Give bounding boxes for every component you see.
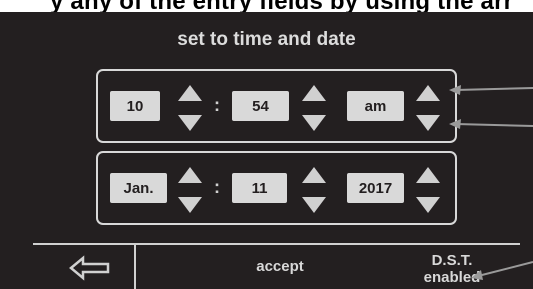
meridiem-down-arrow-icon[interactable] bbox=[416, 115, 440, 131]
minute-field[interactable]: 54 bbox=[232, 91, 289, 121]
date-separator: : bbox=[214, 177, 220, 197]
hour-up-arrow-icon[interactable] bbox=[178, 85, 202, 101]
accept-button[interactable]: accept bbox=[230, 258, 330, 275]
minute-up-arrow-icon[interactable] bbox=[302, 85, 326, 101]
time-separator: : bbox=[214, 95, 220, 115]
dst-label: D.S.T. bbox=[431, 252, 473, 269]
month-field[interactable]: Jan. bbox=[110, 173, 167, 203]
day-up-arrow-icon[interactable] bbox=[302, 167, 326, 183]
month-down-arrow-icon[interactable] bbox=[178, 197, 202, 213]
dst-toggle[interactable]: D.S.T. enabled bbox=[408, 252, 496, 286]
footer-divider bbox=[33, 243, 520, 245]
hour-down-arrow-icon[interactable] bbox=[178, 115, 202, 131]
year-field[interactable]: 2017 bbox=[347, 173, 404, 203]
meridiem-up-arrow-icon[interactable] bbox=[416, 85, 440, 101]
footer-separator bbox=[134, 245, 136, 289]
day-down-arrow-icon[interactable] bbox=[302, 197, 326, 213]
meridiem-field[interactable]: am bbox=[347, 91, 404, 121]
year-down-arrow-icon[interactable] bbox=[416, 197, 440, 213]
month-up-arrow-icon[interactable] bbox=[178, 167, 202, 183]
screen-title: set to time and date bbox=[177, 29, 356, 50]
day-field[interactable]: 11 bbox=[232, 173, 287, 203]
device-screen: set to time and date 10 : 54 am Jan. : 1… bbox=[0, 12, 533, 289]
dst-status: enabled bbox=[423, 269, 481, 286]
year-up-arrow-icon[interactable] bbox=[416, 167, 440, 183]
minute-down-arrow-icon[interactable] bbox=[302, 115, 326, 131]
hour-field[interactable]: 10 bbox=[110, 91, 160, 121]
back-arrow-icon[interactable] bbox=[68, 255, 112, 281]
